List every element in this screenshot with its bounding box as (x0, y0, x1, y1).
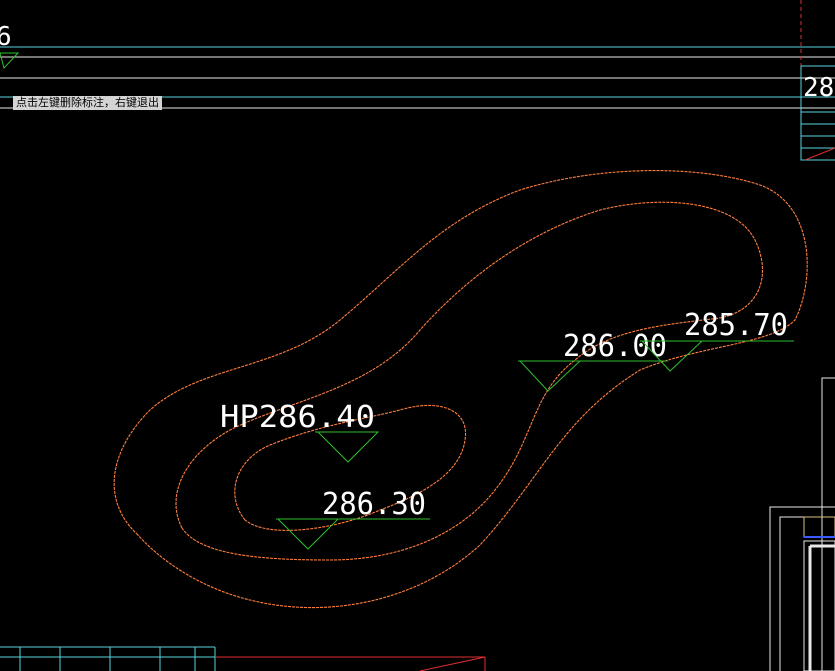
label-286-00: 286.00 (563, 329, 667, 364)
edge-label-right: 28 (803, 73, 834, 103)
label-286-30: 286.30 (322, 487, 426, 522)
edge-label-left: 6 (0, 22, 12, 52)
label-hp-286-40: HP286.40 (220, 400, 375, 435)
command-prompt-tooltip: 点击左键删除标注，右键退出 (13, 96, 162, 110)
label-285-70: 285.70 (684, 308, 788, 343)
